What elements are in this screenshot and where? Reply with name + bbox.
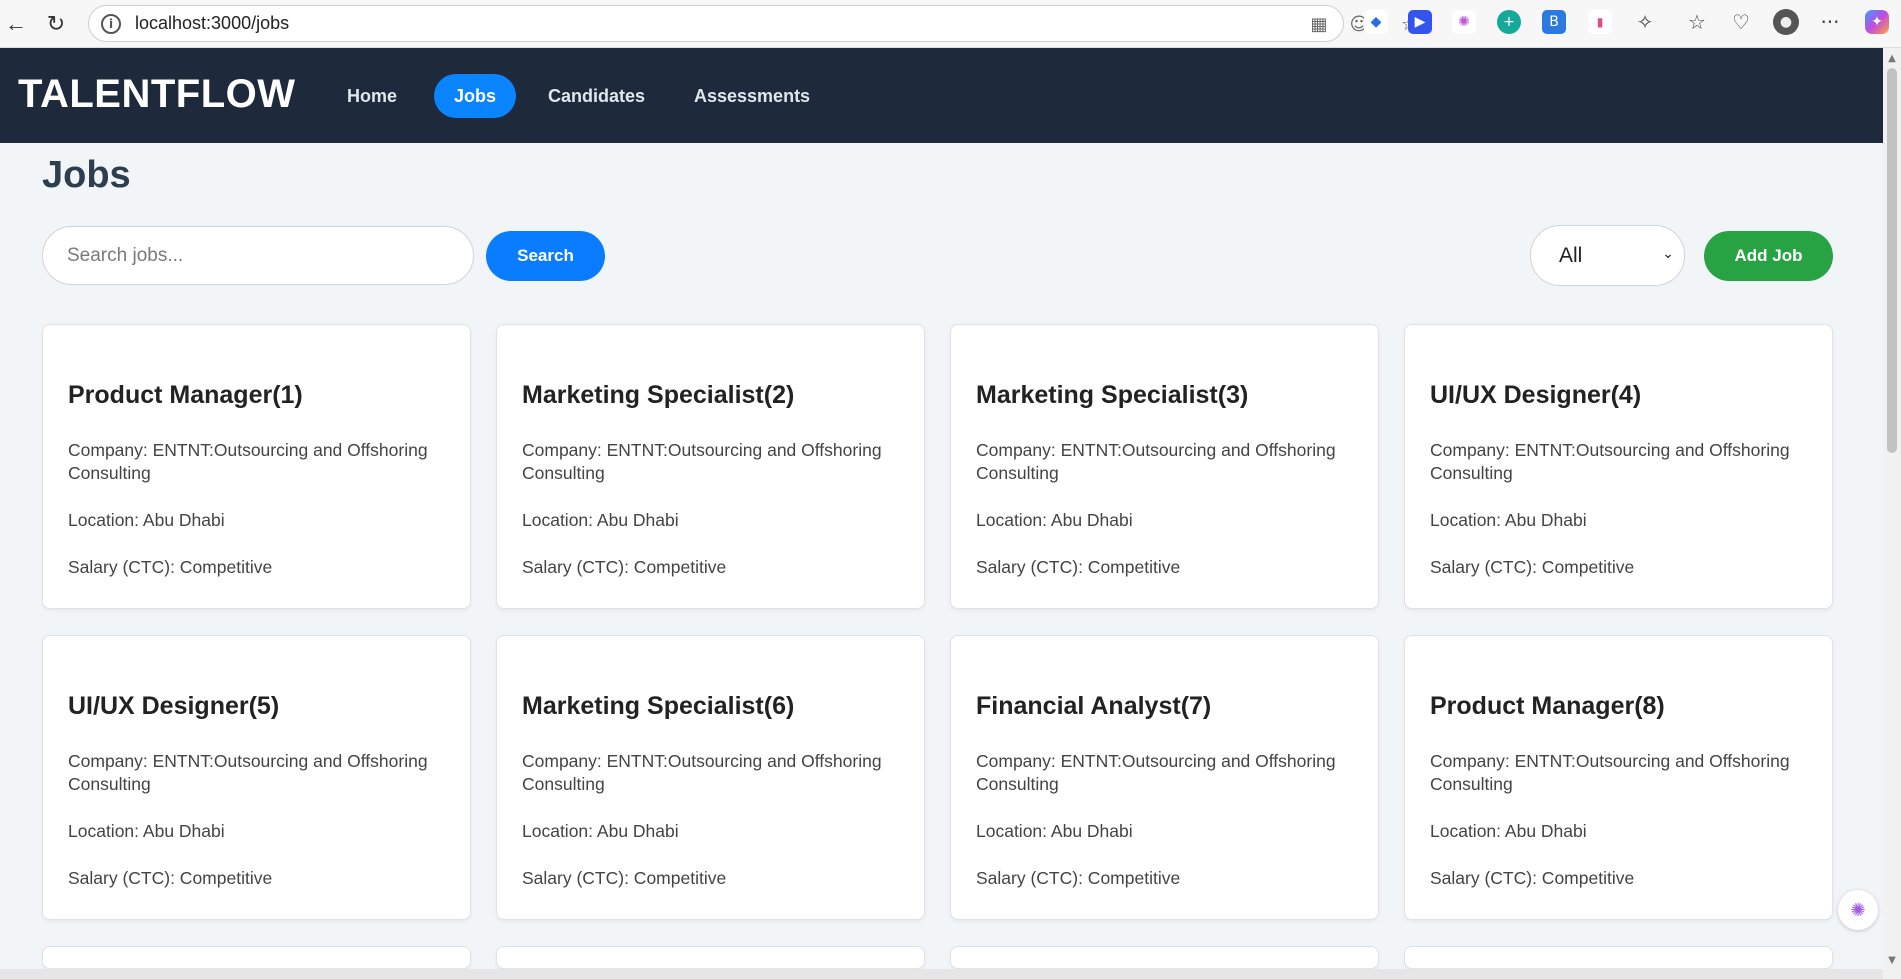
job-title[interactable]: Marketing Specialist(2)	[522, 381, 794, 410]
extensions-puzzle-icon[interactable]: ✧	[1632, 9, 1658, 35]
job-title[interactable]: Marketing Specialist(3)	[976, 381, 1248, 410]
job-salary: Salary (CTC): Competitive	[976, 868, 1181, 888]
job-location: Location: Abu Dhabi	[522, 510, 679, 530]
job-location: Location: Abu Dhabi	[522, 821, 679, 841]
page-title: Jobs	[42, 154, 131, 196]
settings-more-icon[interactable]: ···	[1817, 9, 1843, 35]
extension-b-icon[interactable]: B	[1542, 10, 1566, 34]
job-salary: Salary (CTC): Competitive	[522, 868, 727, 888]
job-title[interactable]: Marketing Specialist(6)	[522, 692, 794, 721]
job-company: Company: ENTNT:Outsourcing and Offshorin…	[1430, 440, 1790, 483]
job-company: Company: ENTNT:Outsourcing and Offshorin…	[1430, 751, 1790, 794]
site-info-icon[interactable]: i	[101, 13, 121, 34]
job-company: Company: ENTNT:Outsourcing and Offshorin…	[522, 440, 882, 483]
job-title[interactable]: UI/UX Designer(4)	[1430, 381, 1641, 410]
job-company: Company: ENTNT:Outsourcing and Offshorin…	[976, 440, 1336, 483]
copilot-icon[interactable]: ✦	[1865, 10, 1889, 34]
job-title[interactable]: Product Manager(8)	[1430, 692, 1665, 721]
page-scrollbar[interactable]: ▲ ▼	[1883, 48, 1901, 979]
job-title[interactable]: UI/UX Designer(5)	[68, 692, 279, 721]
favorites-icon[interactable]: ☆	[1684, 9, 1710, 35]
status-filter-select[interactable]: All ⌄	[1530, 225, 1685, 286]
address-bar[interactable]: i localhost:3000/jobs ▦ ☺ ☆	[88, 5, 1417, 42]
job-salary: Salary (CTC): Competitive	[976, 557, 1181, 577]
extension-graduation-icon[interactable]: ◆	[1364, 10, 1388, 34]
extension-plus-icon[interactable]: +	[1497, 10, 1521, 34]
url-text[interactable]: localhost:3000/jobs	[135, 13, 289, 34]
job-salary: Salary (CTC): Competitive	[1430, 868, 1635, 888]
job-location: Location: Abu Dhabi	[1430, 510, 1587, 530]
job-location: Location: Abu Dhabi	[68, 510, 225, 530]
job-title[interactable]: Financial Analyst(7)	[976, 692, 1211, 721]
floating-assistant-icon[interactable]: ✺	[1838, 890, 1878, 930]
job-salary: Salary (CTC): Competitive	[68, 557, 273, 577]
job-location: Location: Abu Dhabi	[976, 510, 1133, 530]
nav-assessments[interactable]: Assessments	[674, 74, 830, 118]
nav-jobs[interactable]: Jobs	[434, 74, 517, 118]
job-salary: Salary (CTC): Competitive	[1430, 557, 1635, 577]
job-location: Location: Abu Dhabi	[1430, 821, 1587, 841]
job-salary: Salary (CTC): Competitive	[522, 557, 727, 577]
job-card[interactable]: Product Manager(1) Company: ENTNT:Outsou…	[42, 324, 471, 609]
browser-toolbar: ← ↻ i localhost:3000/jobs ▦ ☺ ☆ ◆ ▶ ✺ + …	[0, 0, 1901, 48]
scroll-down-arrow-icon[interactable]: ▼	[1885, 954, 1899, 968]
back-icon[interactable]: ←	[0, 8, 32, 40]
app-header: TALENTFLOW Home Jobs Candidates Assessme…	[0, 48, 1883, 143]
job-salary: Salary (CTC): Competitive	[68, 868, 273, 888]
job-card[interactable]: Product Manager(8) Company: ENTNT:Outsou…	[1404, 635, 1833, 920]
extension-chart-icon[interactable]: ▮	[1588, 10, 1612, 34]
job-card[interactable]	[42, 946, 471, 969]
job-card[interactable]: Marketing Specialist(2) Company: ENTNT:O…	[496, 324, 925, 609]
job-card[interactable]: Marketing Specialist(6) Company: ENTNT:O…	[496, 635, 925, 920]
job-company: Company: ENTNT:Outsourcing and Offshorin…	[522, 751, 882, 794]
scroll-thumb[interactable]	[1887, 68, 1897, 453]
job-card[interactable]	[1404, 946, 1833, 969]
job-company: Company: ENTNT:Outsourcing and Offshorin…	[68, 440, 428, 483]
scroll-up-arrow-icon[interactable]: ▲	[1885, 52, 1899, 66]
extension-brain-icon[interactable]: ✺	[1452, 10, 1476, 34]
job-card[interactable]: Financial Analyst(7) Company: ENTNT:Outs…	[950, 635, 1379, 920]
job-card[interactable]: UI/UX Designer(5) Company: ENTNT:Outsour…	[42, 635, 471, 920]
search-input[interactable]	[42, 226, 474, 285]
split-screen-icon[interactable]: ▦	[1309, 15, 1329, 35]
job-company: Company: ENTNT:Outsourcing and Offshorin…	[68, 751, 428, 794]
brand-logo[interactable]: TALENTFLOW	[18, 72, 296, 117]
job-location: Location: Abu Dhabi	[68, 821, 225, 841]
job-company: Company: ENTNT:Outsourcing and Offshorin…	[976, 751, 1336, 794]
search-button[interactable]: Search	[486, 231, 605, 281]
job-title[interactable]: Product Manager(1)	[68, 381, 303, 410]
horizontal-scrollbar	[0, 969, 1883, 979]
job-location: Location: Abu Dhabi	[976, 821, 1133, 841]
reload-icon[interactable]: ↻	[40, 8, 72, 40]
nav-candidates[interactable]: Candidates	[528, 74, 665, 118]
job-card[interactable]	[496, 946, 925, 969]
status-filter-value: All	[1559, 243, 1583, 267]
chevron-down-icon: ⌄	[1662, 246, 1674, 262]
nav-home[interactable]: Home	[327, 74, 417, 118]
job-card[interactable]: UI/UX Designer(4) Company: ENTNT:Outsour…	[1404, 324, 1833, 609]
job-card[interactable]	[950, 946, 1379, 969]
profile-avatar-icon[interactable]: ●	[1773, 9, 1799, 35]
browser-essentials-icon[interactable]: ♡	[1728, 9, 1754, 35]
add-job-button[interactable]: Add Job	[1704, 231, 1833, 281]
job-card[interactable]: Marketing Specialist(3) Company: ENTNT:O…	[950, 324, 1379, 609]
extension-play-icon[interactable]: ▶	[1408, 10, 1432, 34]
